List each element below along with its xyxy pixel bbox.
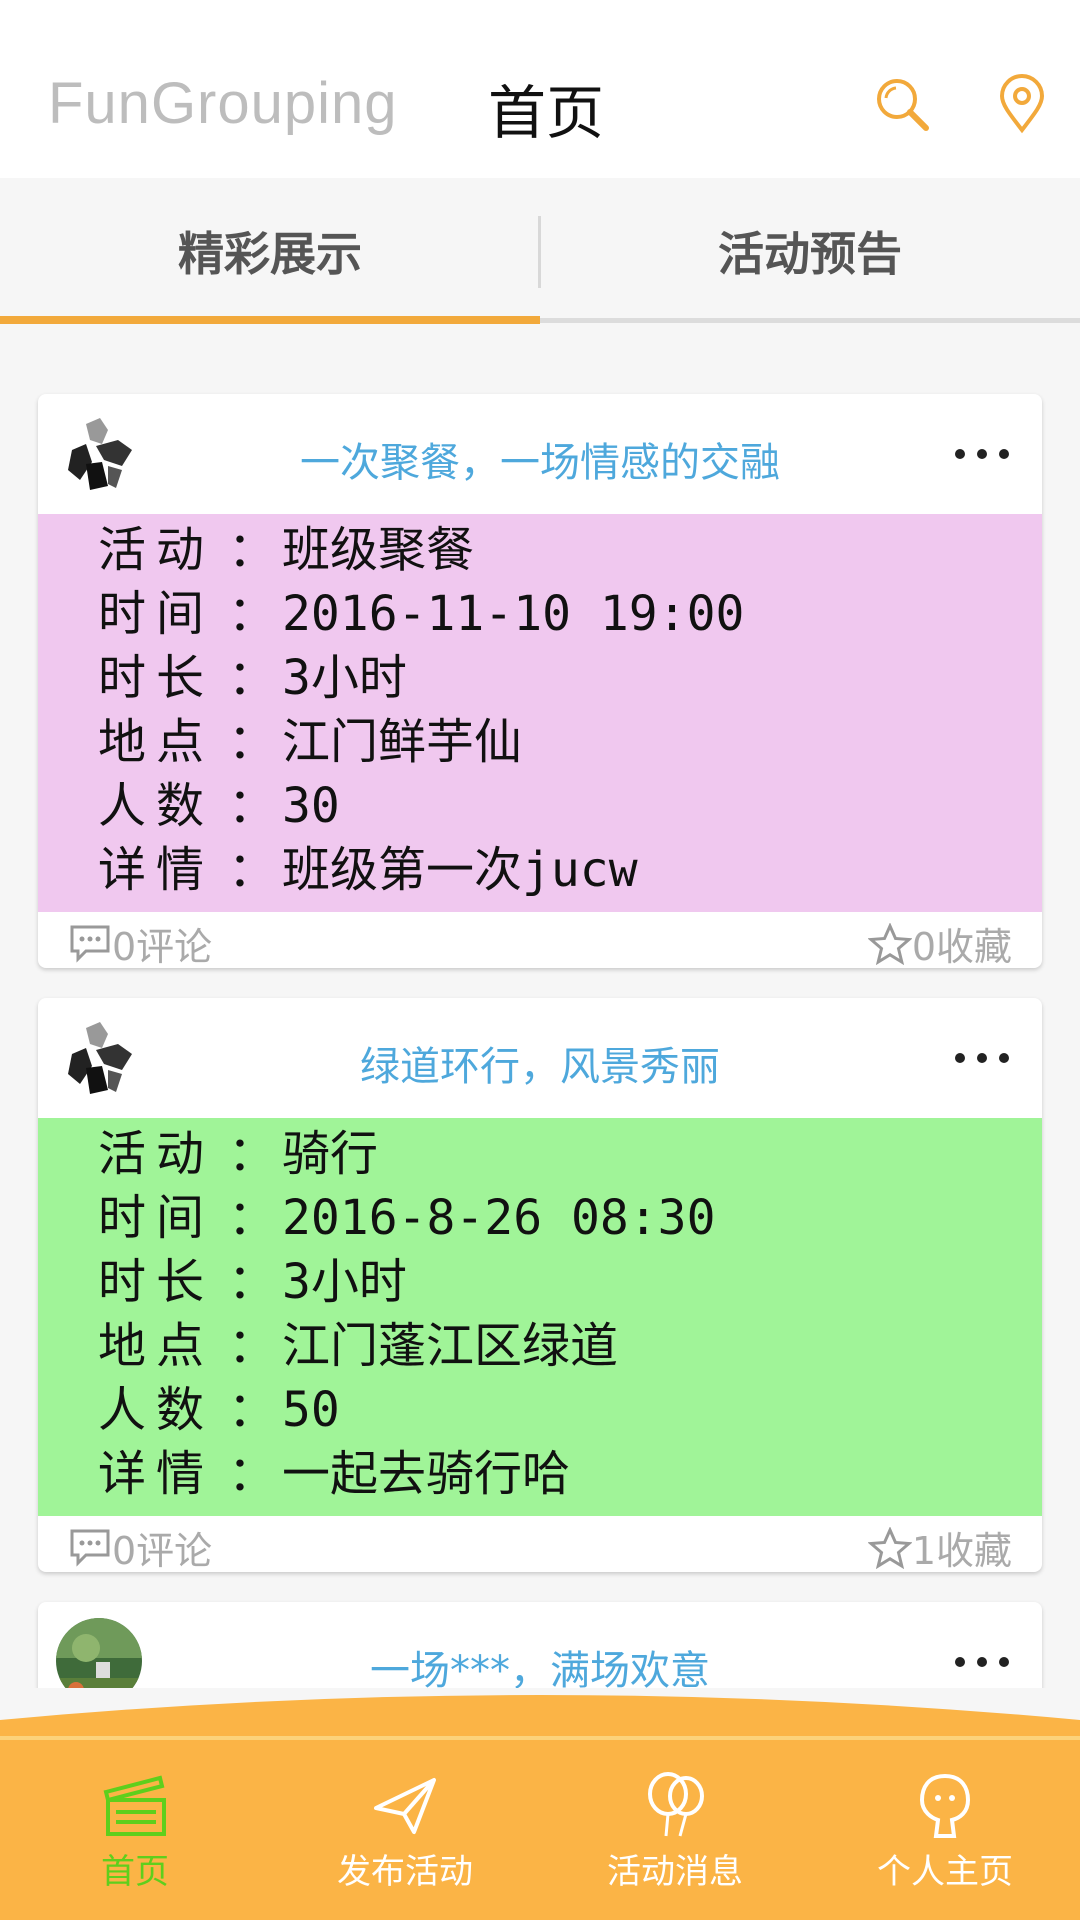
detail-value: 骑行 bbox=[282, 1126, 379, 1182]
more-options-icon[interactable] bbox=[952, 444, 1012, 464]
tab-preview[interactable]: 活动预告 bbox=[540, 178, 1080, 324]
detail-separator: ： bbox=[228, 1382, 277, 1438]
detail-row: 详情：一起去骑行哈 bbox=[98, 1442, 1042, 1506]
detail-key: 人数 bbox=[98, 778, 215, 834]
detail-row: 时间： 2016-11-10 19:00 bbox=[98, 582, 1042, 646]
comments-button[interactable]: 0评论 bbox=[68, 1520, 212, 1575]
paper-plane-icon bbox=[374, 1778, 436, 1834]
tab-bar: 精彩展示 活动预告 bbox=[0, 178, 1080, 324]
avatar[interactable] bbox=[56, 410, 142, 496]
detail-value: 3小时 bbox=[282, 650, 407, 706]
favorite-button[interactable]: 0收藏 bbox=[867, 916, 1012, 971]
app-header: FunGrouping 首页 bbox=[0, 0, 1080, 178]
activity-card[interactable]: 绿道环行，风景秀丽 活动：骑行 时间： 2016-8-26 08:30 时长： 3小… bbox=[38, 998, 1042, 1575]
detail-row: 地点：江门蓬江区绿道 bbox=[98, 1314, 1042, 1378]
detail-key: 地点 bbox=[98, 714, 215, 770]
detail-separator: ： bbox=[228, 650, 277, 706]
star-icon bbox=[867, 922, 912, 965]
detail-key: 时长 bbox=[98, 650, 215, 706]
card-title: 绿道环行，风景秀丽 bbox=[360, 1044, 720, 1090]
person-icon bbox=[919, 1773, 971, 1838]
nav-label: 首页 bbox=[101, 1852, 169, 1892]
detail-value: 一起去骑行哈 bbox=[282, 1446, 571, 1502]
detail-key: 时间 bbox=[98, 586, 215, 642]
activity-feed[interactable]: 一次聚餐，一场情感的交融 活动：班级聚餐 时间： 2016-11-10 19:00… bbox=[0, 324, 1080, 1688]
page-title: 首页 bbox=[488, 79, 605, 147]
star-icon bbox=[867, 1526, 912, 1569]
comment-icon bbox=[70, 1529, 110, 1567]
detail-separator: ： bbox=[228, 1446, 277, 1502]
detail-row: 人数： 30 bbox=[98, 774, 1042, 838]
detail-value: 班级聚餐 bbox=[282, 522, 475, 578]
detail-key: 详情 bbox=[98, 842, 215, 898]
detail-key: 活动 bbox=[98, 522, 215, 578]
app-title: FunGrouping bbox=[48, 71, 398, 136]
detail-separator: ： bbox=[228, 1254, 277, 1310]
detail-row: 时间： 2016-8-26 08:30 bbox=[98, 1186, 1042, 1250]
detail-key: 详情 bbox=[98, 1446, 215, 1502]
tab-active-indicator bbox=[0, 316, 540, 324]
tab-highlights[interactable]: 精彩展示 bbox=[0, 178, 540, 324]
detail-row: 活动：骑行 bbox=[98, 1122, 1042, 1186]
card-details: 活动：骑行 时间： 2016-8-26 08:30 时长： 3小时 地点：江门蓬江区… bbox=[38, 1118, 1042, 1516]
avatar[interactable] bbox=[56, 1014, 142, 1100]
card-title: 一次聚餐，一场情感的交融 bbox=[300, 440, 780, 486]
detail-value: 班级第一次jucw bbox=[282, 842, 638, 898]
detail-separator: ： bbox=[228, 778, 277, 834]
detail-key: 地点 bbox=[98, 1318, 215, 1374]
card-title: 一场***，满场欢意 bbox=[370, 1648, 710, 1688]
detail-separator: ： bbox=[228, 1190, 277, 1246]
detail-row: 详情：班级第一次jucw bbox=[98, 838, 1042, 902]
nav-home[interactable]: 首页 bbox=[0, 1770, 270, 1920]
more-options-icon[interactable] bbox=[952, 1652, 1012, 1672]
detail-key: 时间 bbox=[98, 1190, 215, 1246]
detail-key: 人数 bbox=[98, 1382, 215, 1438]
activity-card[interactable]: 一场***，满场欢意 bbox=[38, 1602, 1042, 1688]
detail-value: 2016-11-10 19:00 bbox=[282, 586, 745, 642]
detail-value: 30 bbox=[282, 778, 340, 834]
detail-key: 时长 bbox=[98, 1254, 215, 1310]
detail-separator: ： bbox=[228, 522, 277, 578]
detail-value: 3小时 bbox=[282, 1254, 407, 1310]
nav-label: 个人主页 bbox=[877, 1852, 1013, 1892]
detail-separator: ： bbox=[228, 1126, 277, 1182]
detail-value: 江门鲜芋仙 bbox=[282, 714, 523, 770]
tab-underline bbox=[540, 318, 1080, 323]
bottom-nav: 首页 发布活动 活动消息 个人主页 bbox=[0, 1690, 1080, 1920]
favorites-count: 1收藏 bbox=[911, 1529, 1012, 1573]
comments-button[interactable]: 0评论 bbox=[68, 916, 212, 971]
favorite-button[interactable]: 1收藏 bbox=[867, 1520, 1012, 1575]
clapperboard-icon bbox=[103, 1775, 166, 1836]
nav-publish[interactable]: 发布活动 bbox=[270, 1770, 540, 1920]
detail-value: 2016-8-26 08:30 bbox=[282, 1190, 716, 1246]
detail-separator: ： bbox=[228, 1318, 277, 1374]
detail-key: 活动 bbox=[98, 1126, 215, 1182]
more-options-icon[interactable] bbox=[952, 1048, 1012, 1068]
nav-label: 活动消息 bbox=[607, 1852, 743, 1892]
detail-row: 时长： 3小时 bbox=[98, 1250, 1042, 1314]
detail-separator: ： bbox=[228, 714, 277, 770]
search-icon[interactable] bbox=[872, 74, 932, 134]
location-pin-icon[interactable] bbox=[994, 74, 1050, 134]
detail-separator: ： bbox=[228, 842, 277, 898]
comments-count: 0评论 bbox=[112, 1529, 213, 1573]
favorites-count: 0收藏 bbox=[911, 925, 1012, 969]
comments-count: 0评论 bbox=[112, 925, 213, 969]
balloons-icon bbox=[648, 1772, 704, 1837]
comment-icon bbox=[70, 925, 110, 963]
activity-card[interactable]: 一次聚餐，一场情感的交融 活动：班级聚餐 时间： 2016-11-10 19:00… bbox=[38, 394, 1042, 971]
detail-value: 江门蓬江区绿道 bbox=[282, 1318, 619, 1374]
nav-label: 发布活动 bbox=[337, 1852, 473, 1892]
detail-row: 活动：班级聚餐 bbox=[98, 518, 1042, 582]
nav-messages[interactable]: 活动消息 bbox=[540, 1770, 810, 1920]
nav-profile[interactable]: 个人主页 bbox=[810, 1770, 1080, 1920]
detail-value: 50 bbox=[282, 1382, 340, 1438]
card-details: 活动：班级聚餐 时间： 2016-11-10 19:00 时长： 3小时 地点：江门… bbox=[38, 514, 1042, 912]
detail-row: 地点：江门鲜芋仙 bbox=[98, 710, 1042, 774]
detail-row: 人数： 50 bbox=[98, 1378, 1042, 1442]
avatar[interactable] bbox=[56, 1618, 142, 1688]
detail-separator: ： bbox=[228, 586, 277, 642]
detail-row: 时长： 3小时 bbox=[98, 646, 1042, 710]
